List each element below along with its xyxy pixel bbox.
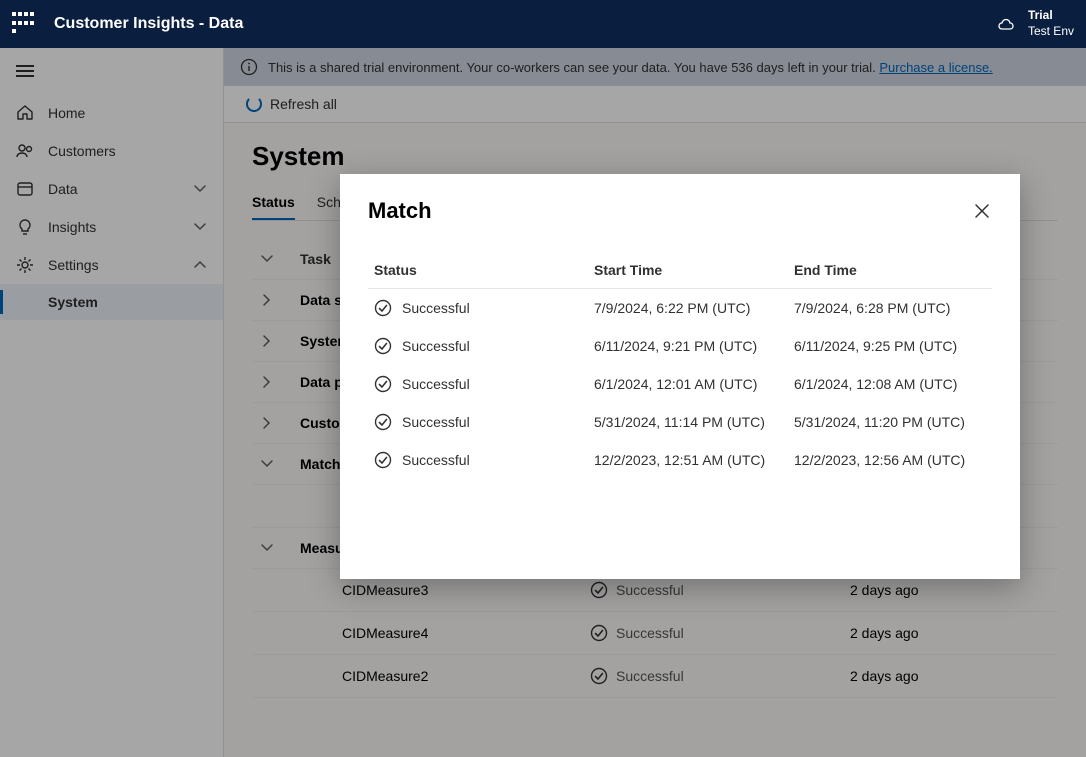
end-time: 12/2/2023, 12:56 AM (UTC)	[794, 452, 994, 468]
start-time: 6/1/2024, 12:01 AM (UTC)	[594, 376, 794, 392]
modal-table-row: Successful5/31/2024, 11:14 PM (UTC)5/31/…	[368, 403, 992, 441]
status-cell: Successful	[374, 375, 594, 393]
environment-icon	[998, 16, 1018, 32]
check-icon	[374, 451, 392, 469]
check-icon	[374, 337, 392, 355]
check-icon	[374, 413, 392, 431]
end-time: 7/9/2024, 6:28 PM (UTC)	[794, 300, 994, 316]
start-time: 12/2/2023, 12:51 AM (UTC)	[594, 452, 794, 468]
status-cell: Successful	[374, 299, 594, 317]
status-cell: Successful	[374, 451, 594, 469]
check-icon	[374, 375, 392, 393]
start-time: 6/11/2024, 9:21 PM (UTC)	[594, 338, 794, 354]
env-label: Trial	[1028, 8, 1074, 24]
app-title: Customer Insights - Data	[54, 15, 243, 33]
end-time: 5/31/2024, 11:20 PM (UTC)	[794, 414, 994, 430]
status-cell: Successful	[374, 337, 594, 355]
modal-table-header: Status Start Time End Time	[368, 252, 992, 289]
start-time: 7/9/2024, 6:22 PM (UTC)	[594, 300, 794, 316]
end-time: 6/11/2024, 9:25 PM (UTC)	[794, 338, 994, 354]
modal-table: Status Start Time End Time Successful7/9…	[368, 252, 992, 479]
modal-table-row: Successful6/11/2024, 9:21 PM (UTC)6/11/2…	[368, 327, 992, 365]
app-launcher-icon[interactable]	[12, 12, 36, 36]
col-end: End Time	[794, 262, 994, 278]
status-cell: Successful	[374, 413, 594, 431]
end-time: 6/1/2024, 12:08 AM (UTC)	[794, 376, 994, 392]
col-status: Status	[374, 262, 594, 278]
col-start: Start Time	[594, 262, 794, 278]
modal-close-button[interactable]	[972, 201, 992, 221]
modal-table-row: Successful6/1/2024, 12:01 AM (UTC)6/1/20…	[368, 365, 992, 403]
env-name: Test Env	[1028, 24, 1074, 40]
environment-picker[interactable]: Trial Test Env	[998, 8, 1074, 39]
match-modal: Match Status Start Time End Time Success…	[340, 174, 1020, 579]
check-icon	[374, 299, 392, 317]
modal-table-row: Successful12/2/2023, 12:51 AM (UTC)12/2/…	[368, 441, 992, 479]
modal-title: Match	[368, 198, 432, 224]
start-time: 5/31/2024, 11:14 PM (UTC)	[594, 414, 794, 430]
top-header: Customer Insights - Data Trial Test Env	[0, 0, 1086, 48]
modal-table-row: Successful7/9/2024, 6:22 PM (UTC)7/9/202…	[368, 289, 992, 327]
